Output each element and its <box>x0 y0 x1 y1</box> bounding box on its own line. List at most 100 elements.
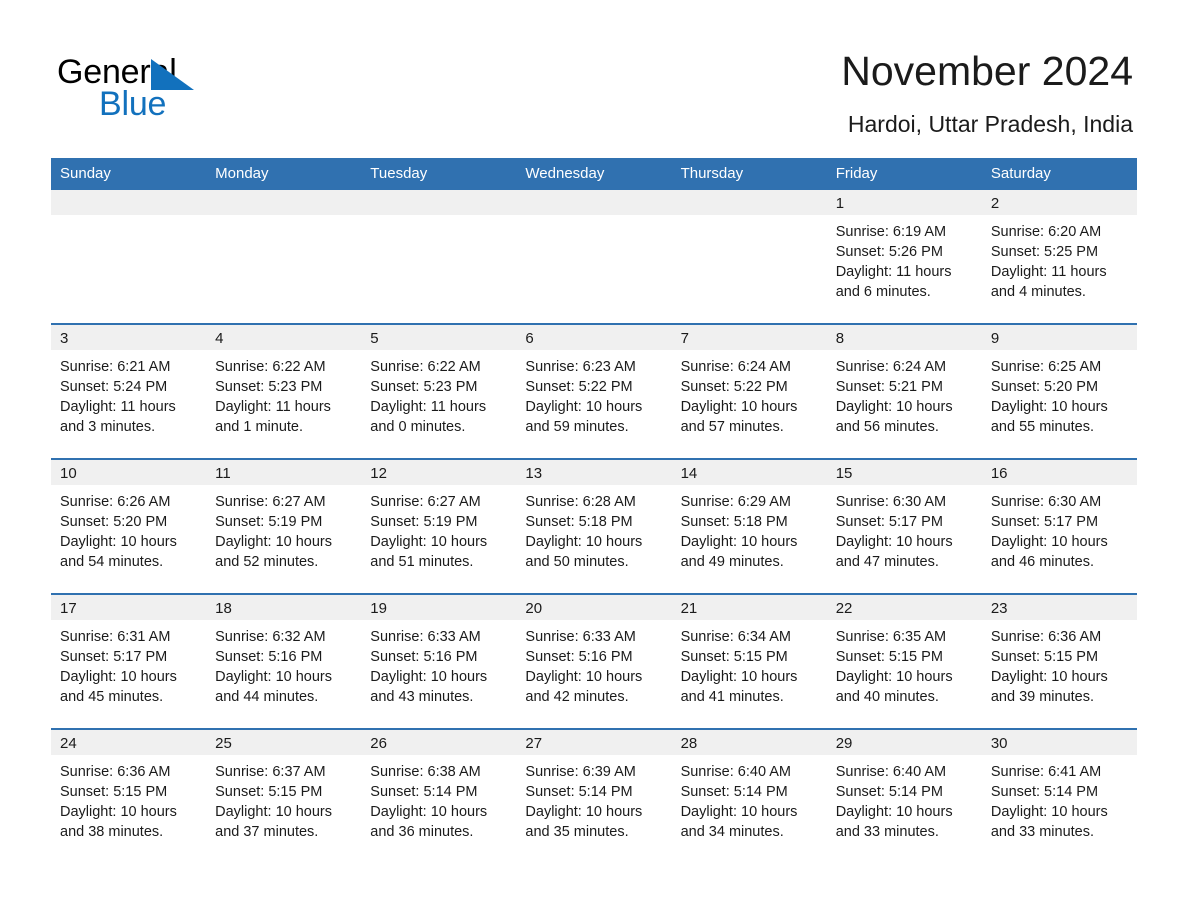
sunrise-text: Sunrise: 6:32 AM <box>215 629 326 645</box>
daylight-text: and 36 minutes. <box>370 824 474 840</box>
calendar-day-cell[interactable]: 23 Sunrise: 6:36 AM Sunset: 5:15 PM Dayligh… <box>981 593 1137 729</box>
calendar-day-cell[interactable]: 27 Sunrise: 6:39 AM Sunset: 5:14 PM Dayligh… <box>516 728 672 846</box>
calendar-day-cell[interactable]: 12 Sunrise: 6:27 AM Sunset: 5:19 PM Dayligh… <box>361 458 517 594</box>
day-number: 19 <box>361 595 517 620</box>
sunset-text: Sunset: 5:15 PM <box>60 784 168 800</box>
calendar-day-cell[interactable]: 20 Sunrise: 6:33 AM Sunset: 5:16 PM Dayligh… <box>516 593 672 729</box>
sunset-text: Sunset: 5:20 PM <box>60 514 168 530</box>
calendar-day-cell[interactable]: 16 Sunrise: 6:30 AM Sunset: 5:17 PM Dayligh… <box>981 458 1137 594</box>
day-number: 27 <box>516 730 672 755</box>
day-cell-inner: 10 Sunrise: 6:26 AM Sunset: 5:20 PM Dayligh… <box>51 460 207 593</box>
sunrise-text: Sunrise: 6:27 AM <box>370 494 481 510</box>
calendar-day-cell[interactable]: 22 Sunrise: 6:35 AM Sunset: 5:15 PM Dayligh… <box>826 593 982 729</box>
calendar-day-cell[interactable]: 2 Sunrise: 6:20 AM Sunset: 5:25 PM Daylight… <box>981 190 1137 324</box>
daylight-text: Daylight: 10 hours <box>680 399 798 415</box>
day-cell-inner: 1 Sunrise: 6:19 AM Sunset: 5:26 PM Daylight… <box>826 190 982 323</box>
sunset-text: Sunset: 5:26 PM <box>835 244 943 260</box>
calendar-week-row: 10 Sunrise: 6:26 AM Sunset: 5:20 PM Dayligh… <box>51 458 1137 594</box>
day-details: Sunrise: 6:31 AM Sunset: 5:17 PM Daylight:… <box>51 620 206 707</box>
day-details: Sunrise: 6:24 AM Sunset: 5:21 PM Daylight:… <box>827 350 982 437</box>
calendar-day-cell[interactable]: 7 Sunrise: 6:24 AM Sunset: 5:22 PM Daylight… <box>671 323 827 459</box>
weekday-header-friday: Friday <box>826 158 982 190</box>
calendar-day-cell[interactable]: 29 Sunrise: 6:40 AM Sunset: 5:14 PM Dayligh… <box>826 728 982 846</box>
day-details: Sunrise: 6:26 AM Sunset: 5:20 PM Daylight:… <box>51 485 206 572</box>
day-details: Sunrise: 6:40 AM Sunset: 5:14 PM Daylight:… <box>672 755 827 842</box>
day-number <box>51 190 207 215</box>
sunset-text: Sunset: 5:14 PM <box>680 784 788 800</box>
daylight-text: and 46 minutes. <box>990 554 1095 570</box>
weekday-header-tuesday: Tuesday <box>361 158 517 190</box>
daylight-text: Daylight: 11 hours <box>60 399 176 415</box>
day-number: 12 <box>361 460 517 485</box>
day-details: Sunrise: 6:36 AM Sunset: 5:15 PM Daylight:… <box>51 755 206 842</box>
weekday-header-thursday: Thursday <box>671 158 827 190</box>
calendar-day-cell-empty <box>51 190 207 324</box>
calendar-day-cell[interactable]: 11 Sunrise: 6:27 AM Sunset: 5:19 PM Dayligh… <box>206 458 362 594</box>
sunset-text: Sunset: 5:17 PM <box>60 649 168 665</box>
calendar-day-cell[interactable]: 10 Sunrise: 6:26 AM Sunset: 5:20 PM Dayligh… <box>51 458 207 594</box>
day-details <box>51 215 206 222</box>
calendar-day-cell[interactable]: 6 Sunrise: 6:23 AM Sunset: 5:22 PM Daylight… <box>516 323 672 459</box>
sunrise-text: Sunrise: 6:36 AM <box>60 764 171 780</box>
day-details: Sunrise: 6:37 AM Sunset: 5:15 PM Daylight:… <box>206 755 361 842</box>
calendar-day-cell[interactable]: 24 Sunrise: 6:36 AM Sunset: 5:15 PM Dayligh… <box>51 728 207 846</box>
daylight-text: and 47 minutes. <box>835 554 939 570</box>
calendar-day-cell[interactable]: 18 Sunrise: 6:32 AM Sunset: 5:16 PM Dayligh… <box>206 593 362 729</box>
sunset-text: Sunset: 5:15 PM <box>835 649 943 665</box>
calendar-day-cell[interactable]: 8 Sunrise: 6:24 AM Sunset: 5:21 PM Daylight… <box>826 323 982 459</box>
day-number: 10 <box>51 460 207 485</box>
sunset-text: Sunset: 5:14 PM <box>370 784 478 800</box>
sunrise-text: Sunrise: 6:41 AM <box>990 764 1102 780</box>
calendar-day-cell[interactable]: 15 Sunrise: 6:30 AM Sunset: 5:17 PM Dayligh… <box>826 458 982 594</box>
calendar-day-cell[interactable]: 17 Sunrise: 6:31 AM Sunset: 5:17 PM Dayligh… <box>51 593 207 729</box>
daylight-text: and 43 minutes. <box>370 689 474 705</box>
calendar-day-cell[interactable]: 1 Sunrise: 6:19 AM Sunset: 5:26 PM Daylight… <box>826 190 982 324</box>
day-details: Sunrise: 6:25 AM Sunset: 5:20 PM Daylight:… <box>982 350 1137 437</box>
sunrise-text: Sunrise: 6:33 AM <box>370 629 481 645</box>
day-cell-inner: 5 Sunrise: 6:22 AM Sunset: 5:23 PM Daylight… <box>361 325 517 458</box>
day-details <box>206 215 361 222</box>
calendar-day-cell[interactable]: 3 Sunrise: 6:21 AM Sunset: 5:24 PM Daylight… <box>51 323 207 459</box>
daylight-text: and 55 minutes. <box>990 419 1095 435</box>
day-details: Sunrise: 6:33 AM Sunset: 5:16 PM Daylight:… <box>516 620 671 707</box>
calendar-day-cell[interactable]: 5 Sunrise: 6:22 AM Sunset: 5:23 PM Daylight… <box>361 323 517 459</box>
daylight-text: Daylight: 10 hours <box>680 534 798 550</box>
day-details: Sunrise: 6:40 AM Sunset: 5:14 PM Daylight:… <box>827 755 982 842</box>
sunrise-text: Sunrise: 6:31 AM <box>60 629 171 645</box>
calendar-table: Sunday Monday Tuesday Wednesday Thursday Frid… <box>51 158 1137 846</box>
day-cell-inner <box>206 190 362 323</box>
calendar-day-cell[interactable]: 25 Sunrise: 6:37 AM Sunset: 5:15 PM Dayligh… <box>206 728 362 846</box>
sunset-text: Sunset: 5:23 PM <box>215 379 323 395</box>
day-number: 18 <box>206 595 362 620</box>
day-cell-inner: 6 Sunrise: 6:23 AM Sunset: 5:22 PM Daylight… <box>516 325 672 458</box>
general-blue-logo[interactable]: General Blue <box>57 52 287 123</box>
day-number: 2 <box>981 190 1137 215</box>
calendar-day-cell[interactable]: 21 Sunrise: 6:34 AM Sunset: 5:15 PM Dayligh… <box>671 593 827 729</box>
page-title: November 2024 <box>841 48 1133 94</box>
day-cell-inner: 28 Sunrise: 6:40 AM Sunset: 5:14 PM Dayligh… <box>671 730 827 846</box>
calendar-day-cell[interactable]: 28 Sunrise: 6:40 AM Sunset: 5:14 PM Dayligh… <box>671 728 827 846</box>
day-cell-inner: 15 Sunrise: 6:30 AM Sunset: 5:17 PM Dayligh… <box>826 460 982 593</box>
day-details: Sunrise: 6:33 AM Sunset: 5:16 PM Daylight:… <box>361 620 516 707</box>
calendar-header-row: Sunday Monday Tuesday Wednesday Thursday Frid… <box>51 158 1137 190</box>
calendar-day-cell[interactable]: 13 Sunrise: 6:28 AM Sunset: 5:18 PM Dayligh… <box>516 458 672 594</box>
sunrise-text: Sunrise: 6:33 AM <box>525 629 636 645</box>
daylight-text: Daylight: 10 hours <box>835 804 953 820</box>
daylight-text: Daylight: 10 hours <box>835 534 953 550</box>
calendar-day-cell[interactable]: 19 Sunrise: 6:33 AM Sunset: 5:16 PM Dayligh… <box>361 593 517 729</box>
daylight-text: Daylight: 10 hours <box>525 399 643 415</box>
logo-text-blue: Blue <box>99 85 167 123</box>
calendar-grid: Sunday Monday Tuesday Wednesday Thursday Frid… <box>51 158 1137 846</box>
sunset-text: Sunset: 5:24 PM <box>60 379 168 395</box>
daylight-text: and 52 minutes. <box>215 554 319 570</box>
day-cell-inner <box>361 190 517 323</box>
calendar-day-cell[interactable]: 4 Sunrise: 6:22 AM Sunset: 5:23 PM Daylight… <box>206 323 362 459</box>
daylight-text: and 4 minutes. <box>990 284 1086 300</box>
day-cell-inner: 29 Sunrise: 6:40 AM Sunset: 5:14 PM Dayligh… <box>826 730 982 846</box>
calendar-day-cell[interactable]: 30 Sunrise: 6:41 AM Sunset: 5:14 PM Dayligh… <box>981 728 1137 846</box>
sunset-text: Sunset: 5:16 PM <box>525 649 633 665</box>
day-number: 22 <box>826 595 982 620</box>
calendar-day-cell[interactable]: 14 Sunrise: 6:29 AM Sunset: 5:18 PM Dayligh… <box>671 458 827 594</box>
calendar-day-cell[interactable]: 26 Sunrise: 6:38 AM Sunset: 5:14 PM Dayligh… <box>361 728 517 846</box>
calendar-day-cell[interactable]: 9 Sunrise: 6:25 AM Sunset: 5:20 PM Daylight… <box>981 323 1137 459</box>
